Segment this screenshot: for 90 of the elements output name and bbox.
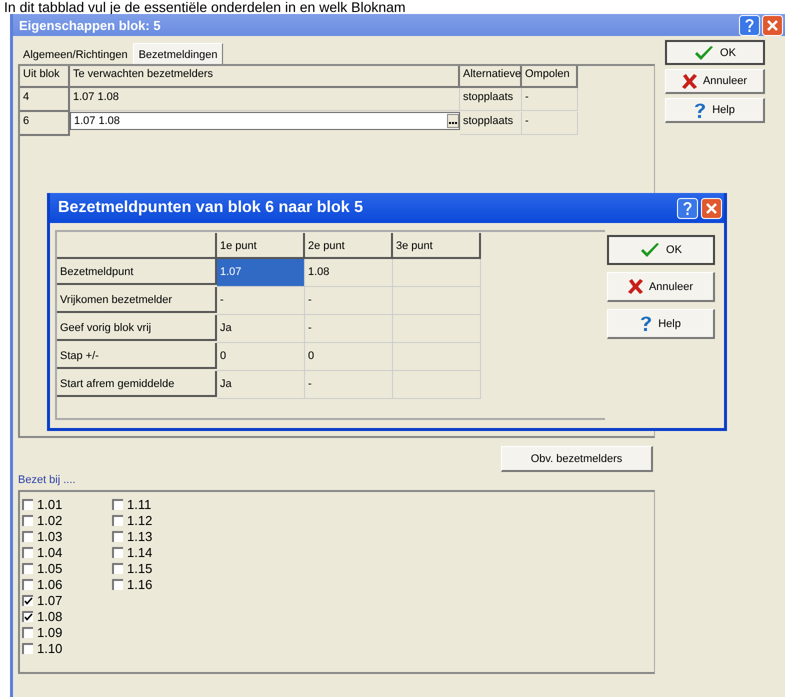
row-header: Geef vorig blok vrij bbox=[57, 315, 217, 341]
checkbox[interactable] bbox=[22, 530, 33, 542]
table-cell[interactable] bbox=[393, 371, 481, 399]
table-cell: - bbox=[522, 112, 578, 135]
checkbox[interactable] bbox=[112, 498, 123, 510]
table-cell[interactable] bbox=[393, 259, 481, 287]
window-title: Eigenschappen blok: 5 bbox=[19, 18, 162, 32]
dialog-button[interactable]: Help bbox=[607, 309, 715, 339]
checkbox[interactable] bbox=[112, 546, 123, 558]
row-header: Start afrem gemiddelde bbox=[57, 371, 217, 397]
tab[interactable]: Bezetmeldingen bbox=[132, 43, 224, 64]
checkbox[interactable] bbox=[22, 578, 33, 590]
cross-icon bbox=[628, 279, 643, 294]
table-cell[interactable]: - bbox=[305, 371, 393, 399]
help-icon[interactable] bbox=[677, 198, 698, 218]
column-header: Uit blok bbox=[20, 66, 70, 88]
checkbox[interactable] bbox=[22, 594, 33, 606]
table-cell[interactable]: 0 bbox=[217, 343, 305, 371]
dialog-button[interactable]: Help bbox=[665, 98, 765, 123]
checkbox[interactable] bbox=[22, 626, 33, 638]
table-cell: 1.07 1.08 bbox=[70, 88, 460, 111]
dialog-title: Bezetmeldpunten van blok 6 naar blok 5 bbox=[58, 199, 364, 217]
checkbox-label: 1.01 bbox=[37, 496, 62, 512]
checkbox[interactable] bbox=[22, 498, 33, 510]
question-mark-icon bbox=[694, 102, 706, 118]
column-header: Alternatieve bbox=[460, 66, 522, 88]
table-cell: - bbox=[522, 88, 578, 111]
close-icon[interactable] bbox=[762, 14, 783, 36]
checkmark-icon bbox=[694, 44, 714, 60]
table-cell[interactable]: - bbox=[305, 287, 393, 315]
checkbox-label: 1.10 bbox=[37, 640, 62, 656]
dialog-button[interactable]: OK bbox=[607, 235, 715, 265]
input-field[interactable]: 1.07 1.08 bbox=[70, 112, 460, 130]
checkbox-label: 1.11 bbox=[127, 496, 152, 512]
table-cell[interactable]: 1.08 bbox=[305, 259, 393, 287]
column-header: 1e punt bbox=[217, 233, 305, 259]
table-cell[interactable]: 1.07 bbox=[217, 259, 305, 287]
checkbox-label: 1.09 bbox=[37, 624, 62, 640]
table-cell[interactable] bbox=[393, 315, 481, 343]
column-header: 2e punt bbox=[305, 233, 393, 259]
checkbox-label: 1.07 bbox=[37, 592, 62, 608]
checkbox[interactable] bbox=[22, 514, 33, 526]
checkbox-label: 1.02 bbox=[37, 512, 62, 528]
checkbox-label: 1.08 bbox=[37, 608, 62, 624]
dialog-button[interactable]: OK bbox=[665, 40, 765, 65]
checkbox-label: 1.13 bbox=[127, 528, 152, 544]
checkbox[interactable] bbox=[112, 514, 123, 526]
table-cell[interactable]: Ja bbox=[217, 371, 305, 399]
table-cell[interactable] bbox=[393, 343, 481, 371]
dialog-button[interactable]: Annuleer bbox=[607, 272, 715, 302]
checkbox-label: 1.03 bbox=[37, 528, 62, 544]
close-icon[interactable] bbox=[701, 198, 722, 218]
checkbox-label: 1.12 bbox=[127, 512, 152, 528]
caption-text: In dit tabblad vul je de essentiële onderdelen in en welk Bloknam bbox=[3, 0, 407, 14]
checkbox-label: 1.14 bbox=[127, 544, 152, 560]
tab[interactable]: Algemeen/Richtingen bbox=[18, 46, 133, 64]
checkbox-label: 1.05 bbox=[37, 560, 62, 576]
dialog-button[interactable]: Annuleer bbox=[665, 69, 765, 94]
table-cell[interactable]: 0 bbox=[305, 343, 393, 371]
column-header: Ompolen bbox=[522, 66, 578, 88]
ellipsis-button[interactable] bbox=[447, 114, 459, 128]
table-cell[interactable] bbox=[393, 287, 481, 315]
checkbox[interactable] bbox=[112, 562, 123, 574]
column-header: Te verwachten bezetmelders bbox=[70, 66, 460, 88]
obv-bezetmelders-button[interactable]: Obv. bezetmelders bbox=[501, 446, 653, 472]
help-icon[interactable] bbox=[739, 14, 760, 36]
checkbox[interactable] bbox=[112, 578, 123, 590]
checkbox[interactable] bbox=[112, 530, 123, 542]
question-mark-icon bbox=[640, 315, 652, 332]
section-label: Bezet bij .... bbox=[18, 473, 76, 488]
row-header: Stap +/- bbox=[57, 343, 217, 369]
table-cell: stopplaats bbox=[460, 112, 522, 135]
table-cell: 4 bbox=[20, 88, 70, 112]
table-cell[interactable]: - bbox=[305, 315, 393, 343]
checkmark-icon bbox=[640, 242, 660, 258]
checkbox-label: 1.04 bbox=[37, 544, 62, 560]
checkbox[interactable] bbox=[22, 546, 33, 558]
checkbox-label: 1.06 bbox=[37, 576, 62, 592]
table-cell: stopplaats bbox=[460, 88, 522, 111]
cross-icon bbox=[682, 74, 697, 88]
checkbox[interactable] bbox=[22, 610, 33, 622]
table-cell[interactable]: - bbox=[217, 287, 305, 315]
checkbox[interactable] bbox=[22, 562, 33, 574]
table-cell[interactable]: Ja bbox=[217, 315, 305, 343]
row-header: Bezetmeldpunt bbox=[57, 259, 217, 285]
checkbox[interactable] bbox=[22, 642, 33, 654]
checkbox-label: 1.15 bbox=[127, 560, 152, 576]
row-header: Vrijkomen bezetmelder bbox=[57, 287, 217, 313]
checkbox-label: 1.16 bbox=[127, 576, 152, 592]
column-header: 3e punt bbox=[393, 233, 481, 259]
